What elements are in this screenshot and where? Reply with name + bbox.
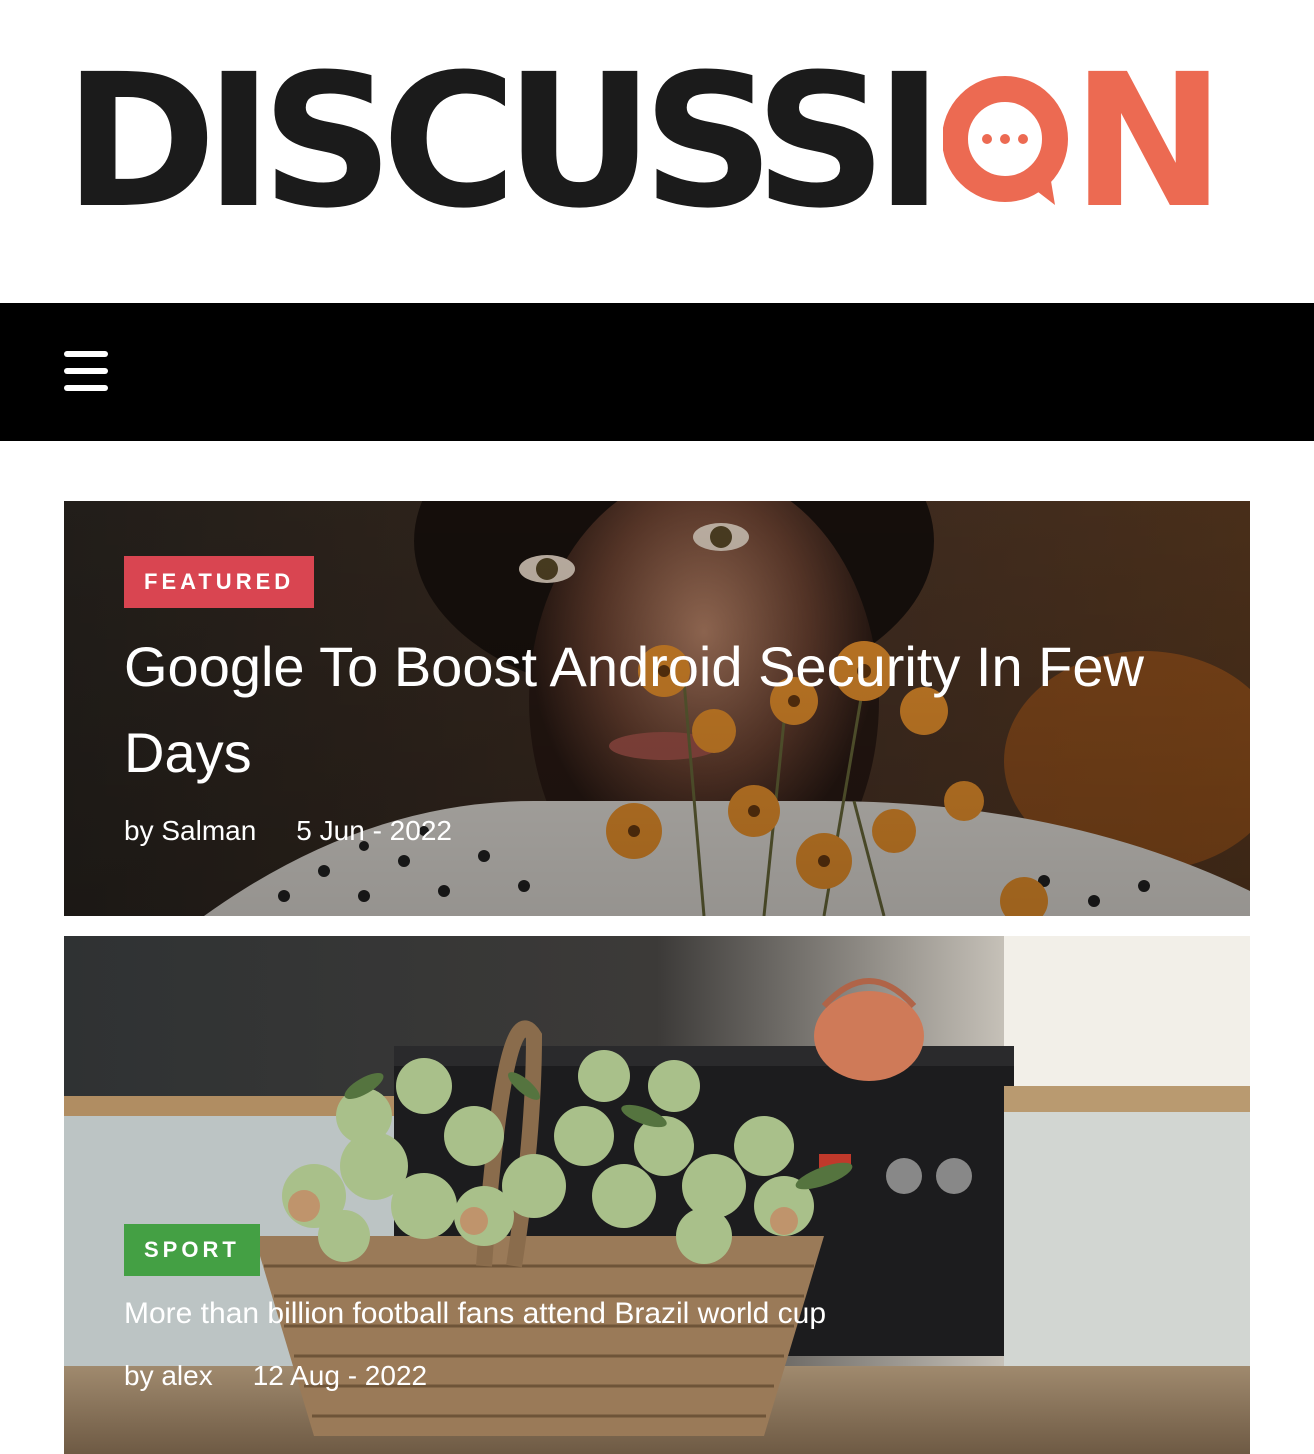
logo-text-dark: DISCUSSI (64, 35, 943, 249)
post-title[interactable]: Google To Boost Android Security In Few … (124, 624, 1184, 796)
post-date: 12 Aug - 2022 (252, 1360, 428, 1391)
site-header: DISCUSSI N (0, 0, 1314, 303)
menu-line (64, 385, 108, 391)
menu-line (64, 368, 108, 374)
hamburger-menu-icon[interactable] (64, 351, 108, 391)
post-date: 5 Jun - 2022 (296, 815, 452, 846)
menu-line (64, 351, 108, 357)
post-meta: by Salman 5 Jun - 2022 (124, 815, 452, 847)
post-card-sport[interactable]: SPORT More than billion football fans at… (64, 936, 1250, 1454)
category-badge-sport[interactable]: SPORT (124, 1224, 260, 1276)
speech-bubble-icon (943, 73, 1069, 211)
post-card-featured[interactable]: FEATURED Google To Boost Android Securit… (64, 501, 1250, 916)
post-meta: by alex 12 Aug - 2022 (124, 1360, 427, 1392)
post-author[interactable]: by Salman (124, 815, 256, 847)
post-author[interactable]: by alex (124, 1360, 213, 1392)
site-logo[interactable]: DISCUSSI N (64, 35, 1225, 249)
post-title[interactable]: More than billion football fans attend B… (124, 1292, 1204, 1336)
logo-text-accent: N (1071, 35, 1225, 249)
main-nav-bar (0, 303, 1314, 441)
category-badge-featured[interactable]: FEATURED (124, 556, 315, 608)
